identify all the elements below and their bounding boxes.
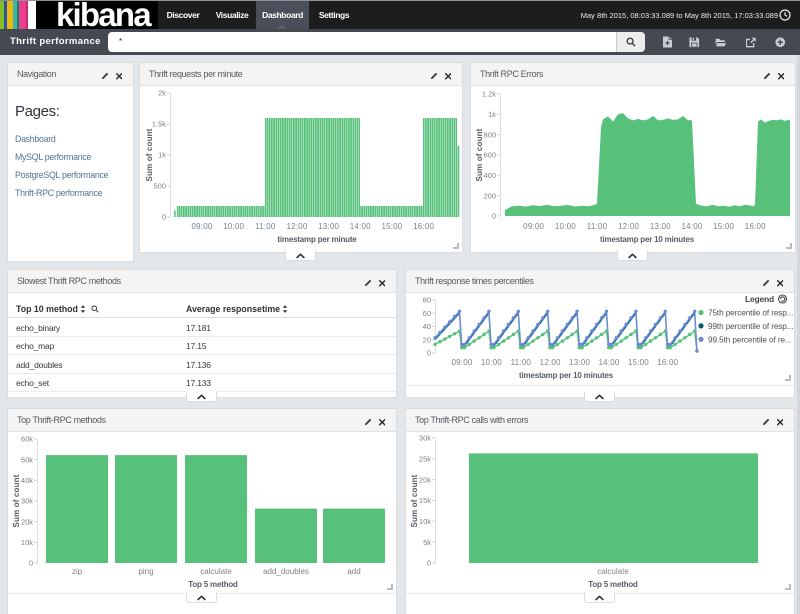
svg-text:0: 0: [492, 212, 496, 221]
svg-text:2k: 2k: [158, 89, 166, 98]
svg-text:10:00: 10:00: [481, 358, 502, 367]
svg-text:25k: 25k: [419, 455, 431, 464]
svg-text:10:00: 10:00: [555, 222, 576, 231]
svg-text:Sum of count: Sum of count: [475, 128, 484, 181]
svg-text:14:00: 14:00: [681, 222, 702, 231]
svg-text:09:00: 09:00: [523, 222, 544, 231]
svg-text:1k: 1k: [488, 110, 496, 119]
svg-text:14:00: 14:00: [350, 222, 371, 231]
svg-text:12:00: 12:00: [540, 358, 561, 367]
svg-text:500: 500: [153, 182, 166, 191]
svg-text:Legend: Legend: [745, 294, 774, 304]
svg-text:200: 200: [483, 191, 496, 200]
svg-text:0: 0: [29, 559, 33, 568]
svg-text:calculate: calculate: [597, 567, 629, 576]
svg-text:30k: 30k: [419, 434, 431, 443]
svg-text:600: 600: [483, 151, 496, 160]
svg-text:20: 20: [423, 335, 431, 344]
svg-text:20k: 20k: [419, 475, 431, 484]
svg-text:11:00: 11:00: [511, 358, 532, 367]
svg-text:10k: 10k: [419, 517, 431, 526]
svg-text:40: 40: [423, 322, 431, 331]
svg-text:15:00: 15:00: [713, 222, 734, 231]
svg-text:80: 80: [423, 296, 431, 305]
svg-text:20k: 20k: [21, 517, 33, 526]
svg-text:10:00: 10:00: [223, 222, 244, 231]
svg-text:0: 0: [427, 349, 431, 358]
svg-text:16:00: 16:00: [657, 358, 678, 367]
svg-text:timestamp per 10 minutes: timestamp per 10 minutes: [600, 235, 695, 244]
svg-text:400: 400: [483, 171, 496, 180]
svg-text:1k: 1k: [158, 151, 166, 160]
svg-text:Top 5 method: Top 5 method: [188, 580, 238, 589]
svg-text:75th percentile of resp...: 75th percentile of resp...: [708, 309, 793, 318]
svg-text:add: add: [347, 567, 360, 576]
svg-text:99th percentile of resp...: 99th percentile of resp...: [708, 322, 793, 331]
svg-text:60: 60: [423, 309, 431, 318]
svg-text:40k: 40k: [21, 476, 33, 485]
svg-text:11:00: 11:00: [255, 222, 276, 231]
svg-text:800: 800: [483, 130, 496, 139]
svg-text:zip: zip: [72, 567, 83, 576]
svg-text:14:00: 14:00: [598, 358, 619, 367]
svg-text:ping: ping: [138, 567, 153, 576]
svg-text:timestamp per minute: timestamp per minute: [277, 235, 357, 244]
svg-text:13:00: 13:00: [318, 222, 339, 231]
svg-text:99.5th percentile of re...: 99.5th percentile of re...: [708, 335, 791, 344]
svg-text:5k: 5k: [423, 538, 431, 547]
svg-text:11:00: 11:00: [587, 222, 608, 231]
svg-text:60k: 60k: [21, 435, 33, 444]
svg-text:16:00: 16:00: [745, 222, 766, 231]
svg-text:timestamp per 10 minutes: timestamp per 10 minutes: [519, 371, 614, 380]
svg-text:1.2k: 1.2k: [482, 90, 496, 99]
svg-text:15:00: 15:00: [381, 222, 402, 231]
svg-text:13:00: 13:00: [569, 358, 590, 367]
svg-text:12:00: 12:00: [618, 222, 639, 231]
svg-text:Sum of count: Sum of count: [12, 474, 21, 527]
svg-text:0: 0: [162, 213, 166, 222]
svg-text:1.5k: 1.5k: [152, 120, 166, 129]
svg-text:15:00: 15:00: [628, 358, 649, 367]
svg-text:Top 5 method: Top 5 method: [588, 580, 638, 589]
svg-text:calculate: calculate: [200, 567, 232, 576]
svg-text:Sum of count: Sum of count: [410, 474, 419, 527]
svg-text:09:00: 09:00: [191, 222, 212, 231]
svg-text:12:00: 12:00: [286, 222, 307, 231]
svg-text:15k: 15k: [419, 496, 431, 505]
svg-text:10k: 10k: [21, 538, 33, 547]
svg-text:add_doubles: add_doubles: [263, 567, 309, 576]
svg-text:50k: 50k: [21, 455, 33, 464]
svg-text:Sum of count: Sum of count: [145, 128, 154, 181]
svg-text:30k: 30k: [21, 497, 33, 506]
svg-text:16:00: 16:00: [413, 222, 434, 231]
svg-text:13:00: 13:00: [650, 222, 671, 231]
svg-text:0: 0: [427, 559, 431, 568]
svg-text:09:00: 09:00: [451, 358, 472, 367]
